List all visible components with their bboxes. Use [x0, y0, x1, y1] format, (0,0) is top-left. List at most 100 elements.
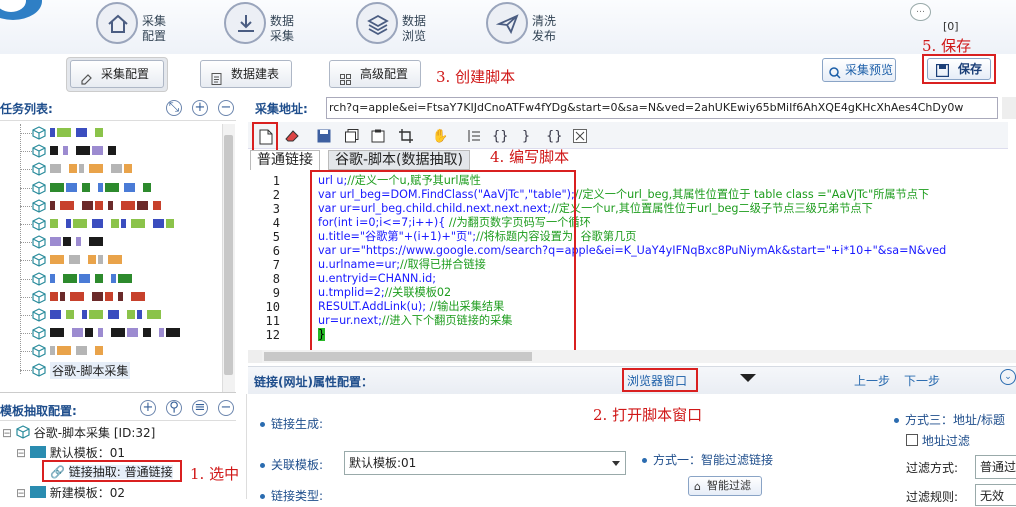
smart-filter-label: 智能过滤	[707, 479, 751, 492]
chat-icon[interactable]: …	[910, 3, 931, 21]
tree-item-task[interactable]	[20, 288, 230, 306]
redacted-pixel	[92, 146, 103, 156]
redacted-pixel	[50, 255, 64, 265]
nav-data-browse[interactable]: 数据 浏览	[356, 2, 436, 46]
redacted-pixel	[111, 328, 125, 338]
paste-icon[interactable]	[370, 129, 386, 145]
edit-icon	[81, 68, 92, 85]
tree-item-task[interactable]	[20, 142, 230, 160]
new-file-icon[interactable]	[258, 129, 274, 145]
template-root-label: 谷歌-脚本采集 [ID:32]	[33, 426, 156, 440]
method1-label: 方式一：智能过滤链接	[642, 451, 773, 468]
editor-hscroll-thumb[interactable]	[264, 352, 532, 361]
nav-data-collect[interactable]: 数据 采集	[224, 2, 304, 46]
tree-item-task[interactable]	[20, 306, 230, 324]
brace-step-icon[interactable]: {}	[546, 129, 563, 145]
brace-close-icon[interactable]: }	[518, 129, 534, 145]
dropdown-caret-icon[interactable]	[740, 374, 756, 382]
cube-icon	[32, 271, 46, 286]
tree-item-task[interactable]	[20, 342, 230, 360]
collapse-icon[interactable]: ⤡	[166, 100, 182, 116]
add-task-button[interactable]: +	[192, 100, 208, 116]
url-scrollbar[interactable]	[1002, 97, 1016, 119]
tree-item-task[interactable]	[20, 160, 230, 178]
nav-clean-publish[interactable]: 清洗 发布	[486, 2, 566, 46]
subtab-data-table[interactable]: 数据建表	[200, 60, 292, 88]
database-icon[interactable]: ≡	[192, 400, 208, 416]
tree-item-task[interactable]	[20, 233, 230, 251]
editor-toolbar	[248, 122, 1008, 149]
url-input[interactable]: rch?q=apple&ei=FtsaY7KIJdCnoATFw4fYDg&st…	[326, 97, 998, 119]
redacted-pixel	[88, 255, 96, 265]
redacted-pixel	[63, 146, 68, 156]
remove-template-button[interactable]: −	[218, 400, 234, 416]
copy-icon[interactable]	[344, 129, 360, 145]
line-numbers: 1 2 3 4 5 6 7 8 9 10 11 12	[248, 174, 280, 342]
template-default[interactable]: ⊟ 默认模板：01	[16, 444, 125, 461]
cube-icon	[32, 308, 46, 322]
link-icon[interactable]: ⚲	[166, 400, 182, 416]
template-new[interactable]: ⊟ 新建模板：02	[16, 484, 125, 501]
smart-filter-button[interactable]: ⌂ 智能过滤	[688, 476, 762, 496]
crop-icon[interactable]	[398, 129, 414, 145]
redacted-pixel	[89, 310, 103, 319]
prev-step-button[interactable]: 上一步	[854, 372, 890, 389]
save-button[interactable]: 保存	[927, 58, 991, 80]
redacted-pixel	[121, 200, 135, 210]
divider	[246, 394, 247, 499]
nav-collect-config[interactable]: 采集 配置	[96, 2, 176, 46]
tree-item-task[interactable]	[20, 124, 230, 142]
browser-window-link[interactable]: 浏览器窗口	[627, 372, 687, 389]
redacted-pixel	[108, 146, 116, 156]
template-root[interactable]: ⊟ 谷歌-脚本采集 [ID:32]	[2, 424, 155, 441]
collapse-panel-icon[interactable]: ⌄	[1000, 369, 1016, 385]
grid-icon	[340, 68, 351, 85]
close-icon[interactable]	[572, 129, 588, 145]
link-type-label: 链接类型:	[260, 487, 323, 504]
tree-item-task[interactable]	[20, 251, 230, 269]
filter-mode-select[interactable]: 普通过	[975, 455, 1016, 479]
eraser-icon[interactable]	[284, 129, 300, 145]
remove-task-button[interactable]: −	[218, 100, 234, 116]
link-extract-item[interactable]: 🔗 链接抽取: 普通链接	[50, 463, 173, 480]
redacted-pixel	[105, 182, 119, 192]
line-number: 5	[272, 230, 280, 244]
redacted-pixel	[108, 310, 119, 319]
redacted-pixel	[118, 291, 123, 301]
next-step-button[interactable]: 下一步	[904, 372, 940, 389]
redacted-pixel	[143, 182, 151, 192]
url-label: 采集地址:	[255, 102, 308, 116]
nav-label-line1: 采集	[142, 14, 167, 28]
hand-icon[interactable]: ✋	[432, 129, 448, 145]
redacted-pixel	[50, 182, 64, 192]
checkbox-box[interactable]	[906, 434, 918, 446]
list-icon[interactable]	[466, 129, 482, 145]
filter-mode-value: 普通过	[980, 460, 1016, 474]
tab-normal-link[interactable]: 普通链接	[250, 150, 320, 170]
annotation-1: 1. 选中	[190, 465, 240, 483]
tree-item-task[interactable]	[20, 324, 230, 342]
subtab-collect-config[interactable]: 采集配置	[70, 60, 164, 88]
template-default-label: 默认模板：01	[49, 446, 125, 460]
tree-item-selected-task[interactable]: 谷歌-脚本采集	[20, 361, 230, 379]
scroll-left-arrow[interactable]	[248, 350, 262, 363]
redacted-pixel	[66, 219, 71, 228]
add-template-button[interactable]: +	[140, 400, 156, 416]
tree-item-task[interactable]	[20, 197, 230, 215]
save-file-icon[interactable]	[316, 129, 332, 145]
redacted-pixel	[50, 200, 55, 210]
tree-item-task[interactable]	[20, 179, 230, 197]
filter-rule-select[interactable]: 无效	[975, 484, 1016, 506]
addr-filter-checkbox[interactable]: 地址过滤	[906, 432, 970, 449]
assoc-template-select[interactable]: 默认模板:01	[344, 451, 626, 475]
line-number: 8	[272, 272, 280, 286]
brace-icon[interactable]: {}	[492, 129, 509, 145]
tasklist-scroll-thumb[interactable]	[224, 135, 233, 375]
tab-google-script[interactable]: 谷歌-脚本(数据抽取)	[328, 150, 470, 170]
table-icon	[29, 446, 46, 458]
tree-item-task[interactable]	[20, 270, 230, 288]
annotation-3: 3. 创建脚本	[436, 68, 516, 86]
preview-button[interactable]: 采集预览	[822, 58, 896, 82]
subtab-advanced-config[interactable]: 高级配置	[329, 60, 421, 88]
tree-item-task[interactable]	[20, 215, 230, 233]
